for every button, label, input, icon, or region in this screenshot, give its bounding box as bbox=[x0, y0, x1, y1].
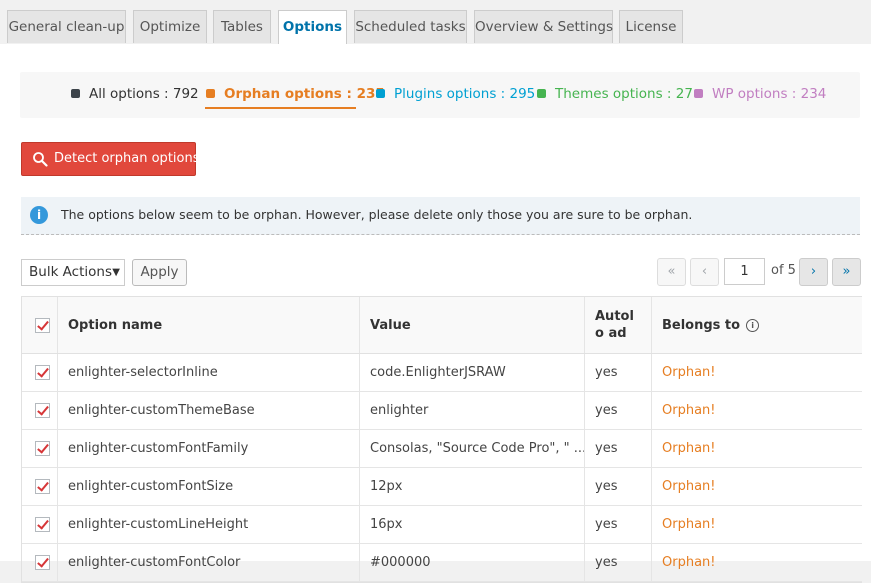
notice-text: The options below seem to be orphan. How… bbox=[61, 207, 693, 222]
filter-wp-options[interactable]: WP options : 234 bbox=[694, 85, 826, 103]
info-icon: i bbox=[30, 206, 48, 224]
header-belongs-to[interactable]: Belongs to i bbox=[651, 297, 859, 353]
select-all-cell bbox=[22, 297, 57, 353]
autoload-cell: yes bbox=[584, 544, 651, 581]
options-table: Option name Value Autolo ad Belongs to i… bbox=[21, 296, 862, 583]
row-checkbox[interactable] bbox=[35, 403, 50, 418]
filter-plugins-options[interactable]: Plugins options : 295 bbox=[376, 85, 535, 103]
row-checkbox[interactable] bbox=[35, 441, 50, 456]
belongs-to-cell: Orphan! bbox=[651, 354, 859, 391]
header-belongs-label: Belongs to bbox=[662, 317, 741, 333]
bulk-actions-select[interactable]: Bulk Actions ▼ bbox=[21, 259, 125, 286]
table-row: enlighter-customThemeBase enlighter yes Orp… bbox=[22, 392, 862, 430]
option-value-cell: Consolas, "Source Code Pro", " ... bbox=[359, 430, 584, 467]
active-filter-underline bbox=[205, 107, 356, 109]
tab-bar: General clean-up Optimize Tables Options… bbox=[0, 0, 871, 45]
autoload-cell: yes bbox=[584, 392, 651, 429]
row-checkbox[interactable] bbox=[35, 479, 50, 494]
filter-orphan-options[interactable]: Orphan options : 235 bbox=[206, 85, 385, 103]
belongs-to-cell: Orphan! bbox=[651, 430, 859, 467]
row-checkbox[interactable] bbox=[35, 517, 50, 532]
belongs-to-cell: Orphan! bbox=[651, 544, 859, 581]
filter-label: Themes options : 27 bbox=[555, 86, 693, 102]
option-value-cell: code.EnlighterJSRAW bbox=[359, 354, 584, 391]
autoload-cell: yes bbox=[584, 468, 651, 505]
table-row: enlighter-customLineHeight 16px yes Orphan! bbox=[22, 506, 862, 544]
option-name-cell: enlighter-customThemeBase bbox=[57, 392, 359, 429]
belongs-to-cell: Orphan! bbox=[651, 506, 859, 543]
tab-tables[interactable]: Tables bbox=[213, 10, 271, 43]
autoload-cell: yes bbox=[584, 354, 651, 391]
option-value-cell: enlighter bbox=[359, 392, 584, 429]
header-value[interactable]: Value bbox=[359, 297, 584, 353]
option-value-cell: 12px bbox=[359, 468, 584, 505]
filter-label: Orphan options : 235 bbox=[224, 86, 385, 102]
tab-general-cleanup[interactable]: General clean-up bbox=[7, 10, 126, 43]
header-autoload-label: Autolo ad bbox=[595, 309, 634, 341]
filter-all-options[interactable]: All options : 792 bbox=[71, 85, 199, 103]
table-header-row: Option name Value Autolo ad Belongs to i bbox=[22, 297, 862, 354]
last-page-button[interactable]: » bbox=[832, 258, 861, 286]
detect-orphan-options-button[interactable]: Detect orphan options bbox=[21, 142, 200, 176]
option-name-cell: enlighter-customFontColor bbox=[57, 544, 359, 581]
current-page-input[interactable]: 1 bbox=[724, 258, 765, 285]
filter-label: Plugins options : 295 bbox=[394, 86, 536, 102]
square-icon bbox=[71, 89, 80, 98]
table-row: enlighter-customFontSize 12px yes Orphan! bbox=[22, 468, 862, 506]
row-checkbox-cell bbox=[22, 430, 57, 467]
option-name-cell: enlighter-customFontSize bbox=[57, 468, 359, 505]
tab-license[interactable]: License bbox=[619, 10, 683, 43]
row-checkbox-cell bbox=[22, 354, 57, 391]
prev-page-button[interactable]: ‹ bbox=[690, 258, 719, 286]
filter-label: WP options : 234 bbox=[712, 86, 827, 102]
row-checkbox[interactable] bbox=[35, 555, 50, 570]
belongs-to-cell: Orphan! bbox=[651, 468, 859, 505]
bulk-actions-value: Bulk Actions bbox=[29, 264, 112, 280]
row-checkbox-cell bbox=[22, 468, 57, 505]
square-icon bbox=[694, 89, 703, 98]
header-option-name[interactable]: Option name bbox=[57, 297, 359, 353]
row-checkbox-cell bbox=[22, 506, 57, 543]
square-icon bbox=[206, 89, 215, 98]
row-checkbox-cell bbox=[22, 392, 57, 429]
table-row: enlighter-customFontColor #000000 yes Orpha… bbox=[22, 544, 862, 582]
autoload-cell: yes bbox=[584, 506, 651, 543]
info-circle-icon[interactable]: i bbox=[746, 318, 760, 332]
detect-button-label: Detect orphan options bbox=[54, 151, 200, 166]
table-row: enlighter-customFontFamily Consolas, "Sou… bbox=[22, 430, 862, 468]
select-all-checkbox[interactable] bbox=[35, 317, 50, 333]
option-value-cell: #000000 bbox=[359, 544, 584, 581]
option-value-cell: 16px bbox=[359, 506, 584, 543]
option-name-cell: enlighter-customLineHeight bbox=[57, 506, 359, 543]
option-name-cell: enlighter-customFontFamily bbox=[57, 430, 359, 467]
belongs-to-cell: Orphan! bbox=[651, 392, 859, 429]
tab-overview-settings[interactable]: Overview & Settings bbox=[474, 10, 613, 43]
square-icon bbox=[376, 89, 385, 98]
square-icon bbox=[537, 89, 546, 98]
row-checkbox[interactable] bbox=[35, 365, 50, 380]
filter-label: All options : 792 bbox=[89, 86, 199, 102]
tab-scheduled-tasks[interactable]: Scheduled tasks bbox=[354, 10, 467, 43]
tab-optimize[interactable]: Optimize bbox=[133, 10, 207, 43]
first-page-button[interactable]: « bbox=[657, 258, 686, 286]
tab-options[interactable]: Options bbox=[278, 10, 347, 45]
next-page-button[interactable]: › bbox=[799, 258, 828, 286]
filter-themes-options[interactable]: Themes options : 27 bbox=[537, 85, 693, 103]
orphan-notice: i The options below seem to be orphan. H… bbox=[21, 197, 860, 235]
autoload-cell: yes bbox=[584, 430, 651, 467]
row-checkbox-cell bbox=[22, 544, 57, 581]
caret-down-icon: ▼ bbox=[112, 267, 120, 278]
option-name-cell: enlighter-selectorInline bbox=[57, 354, 359, 391]
search-icon bbox=[33, 152, 48, 167]
apply-button[interactable]: Apply bbox=[132, 259, 187, 286]
header-autoload[interactable]: Autolo ad bbox=[584, 297, 651, 353]
table-row: enlighter-selectorInline code.EnlighterJS… bbox=[22, 354, 862, 392]
total-pages-label: of 5 bbox=[771, 263, 796, 278]
